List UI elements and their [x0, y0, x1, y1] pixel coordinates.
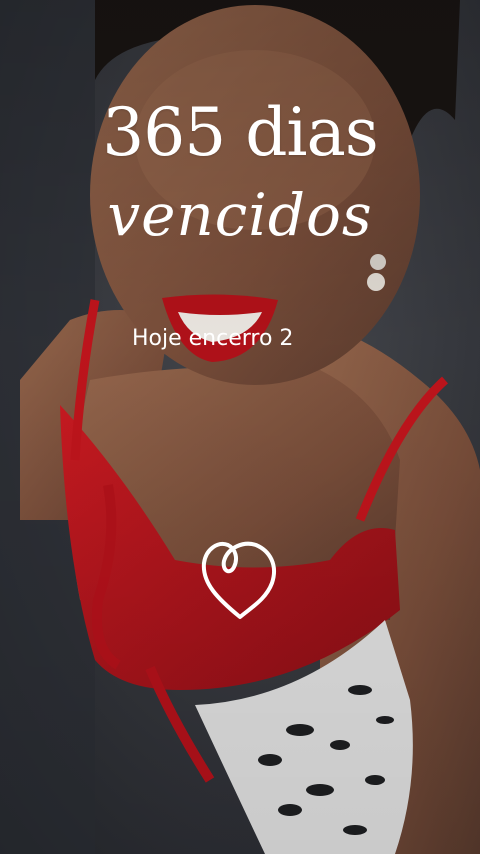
- story-canvas: 365 dias vencidos Hoje encerro 2: [0, 0, 480, 854]
- heart-outline-icon: [201, 541, 276, 619]
- story-subtitle: Hoje encerro 2: [132, 326, 294, 351]
- story-title: 365 dias: [102, 94, 379, 171]
- story-title-script: vencidos: [107, 181, 373, 249]
